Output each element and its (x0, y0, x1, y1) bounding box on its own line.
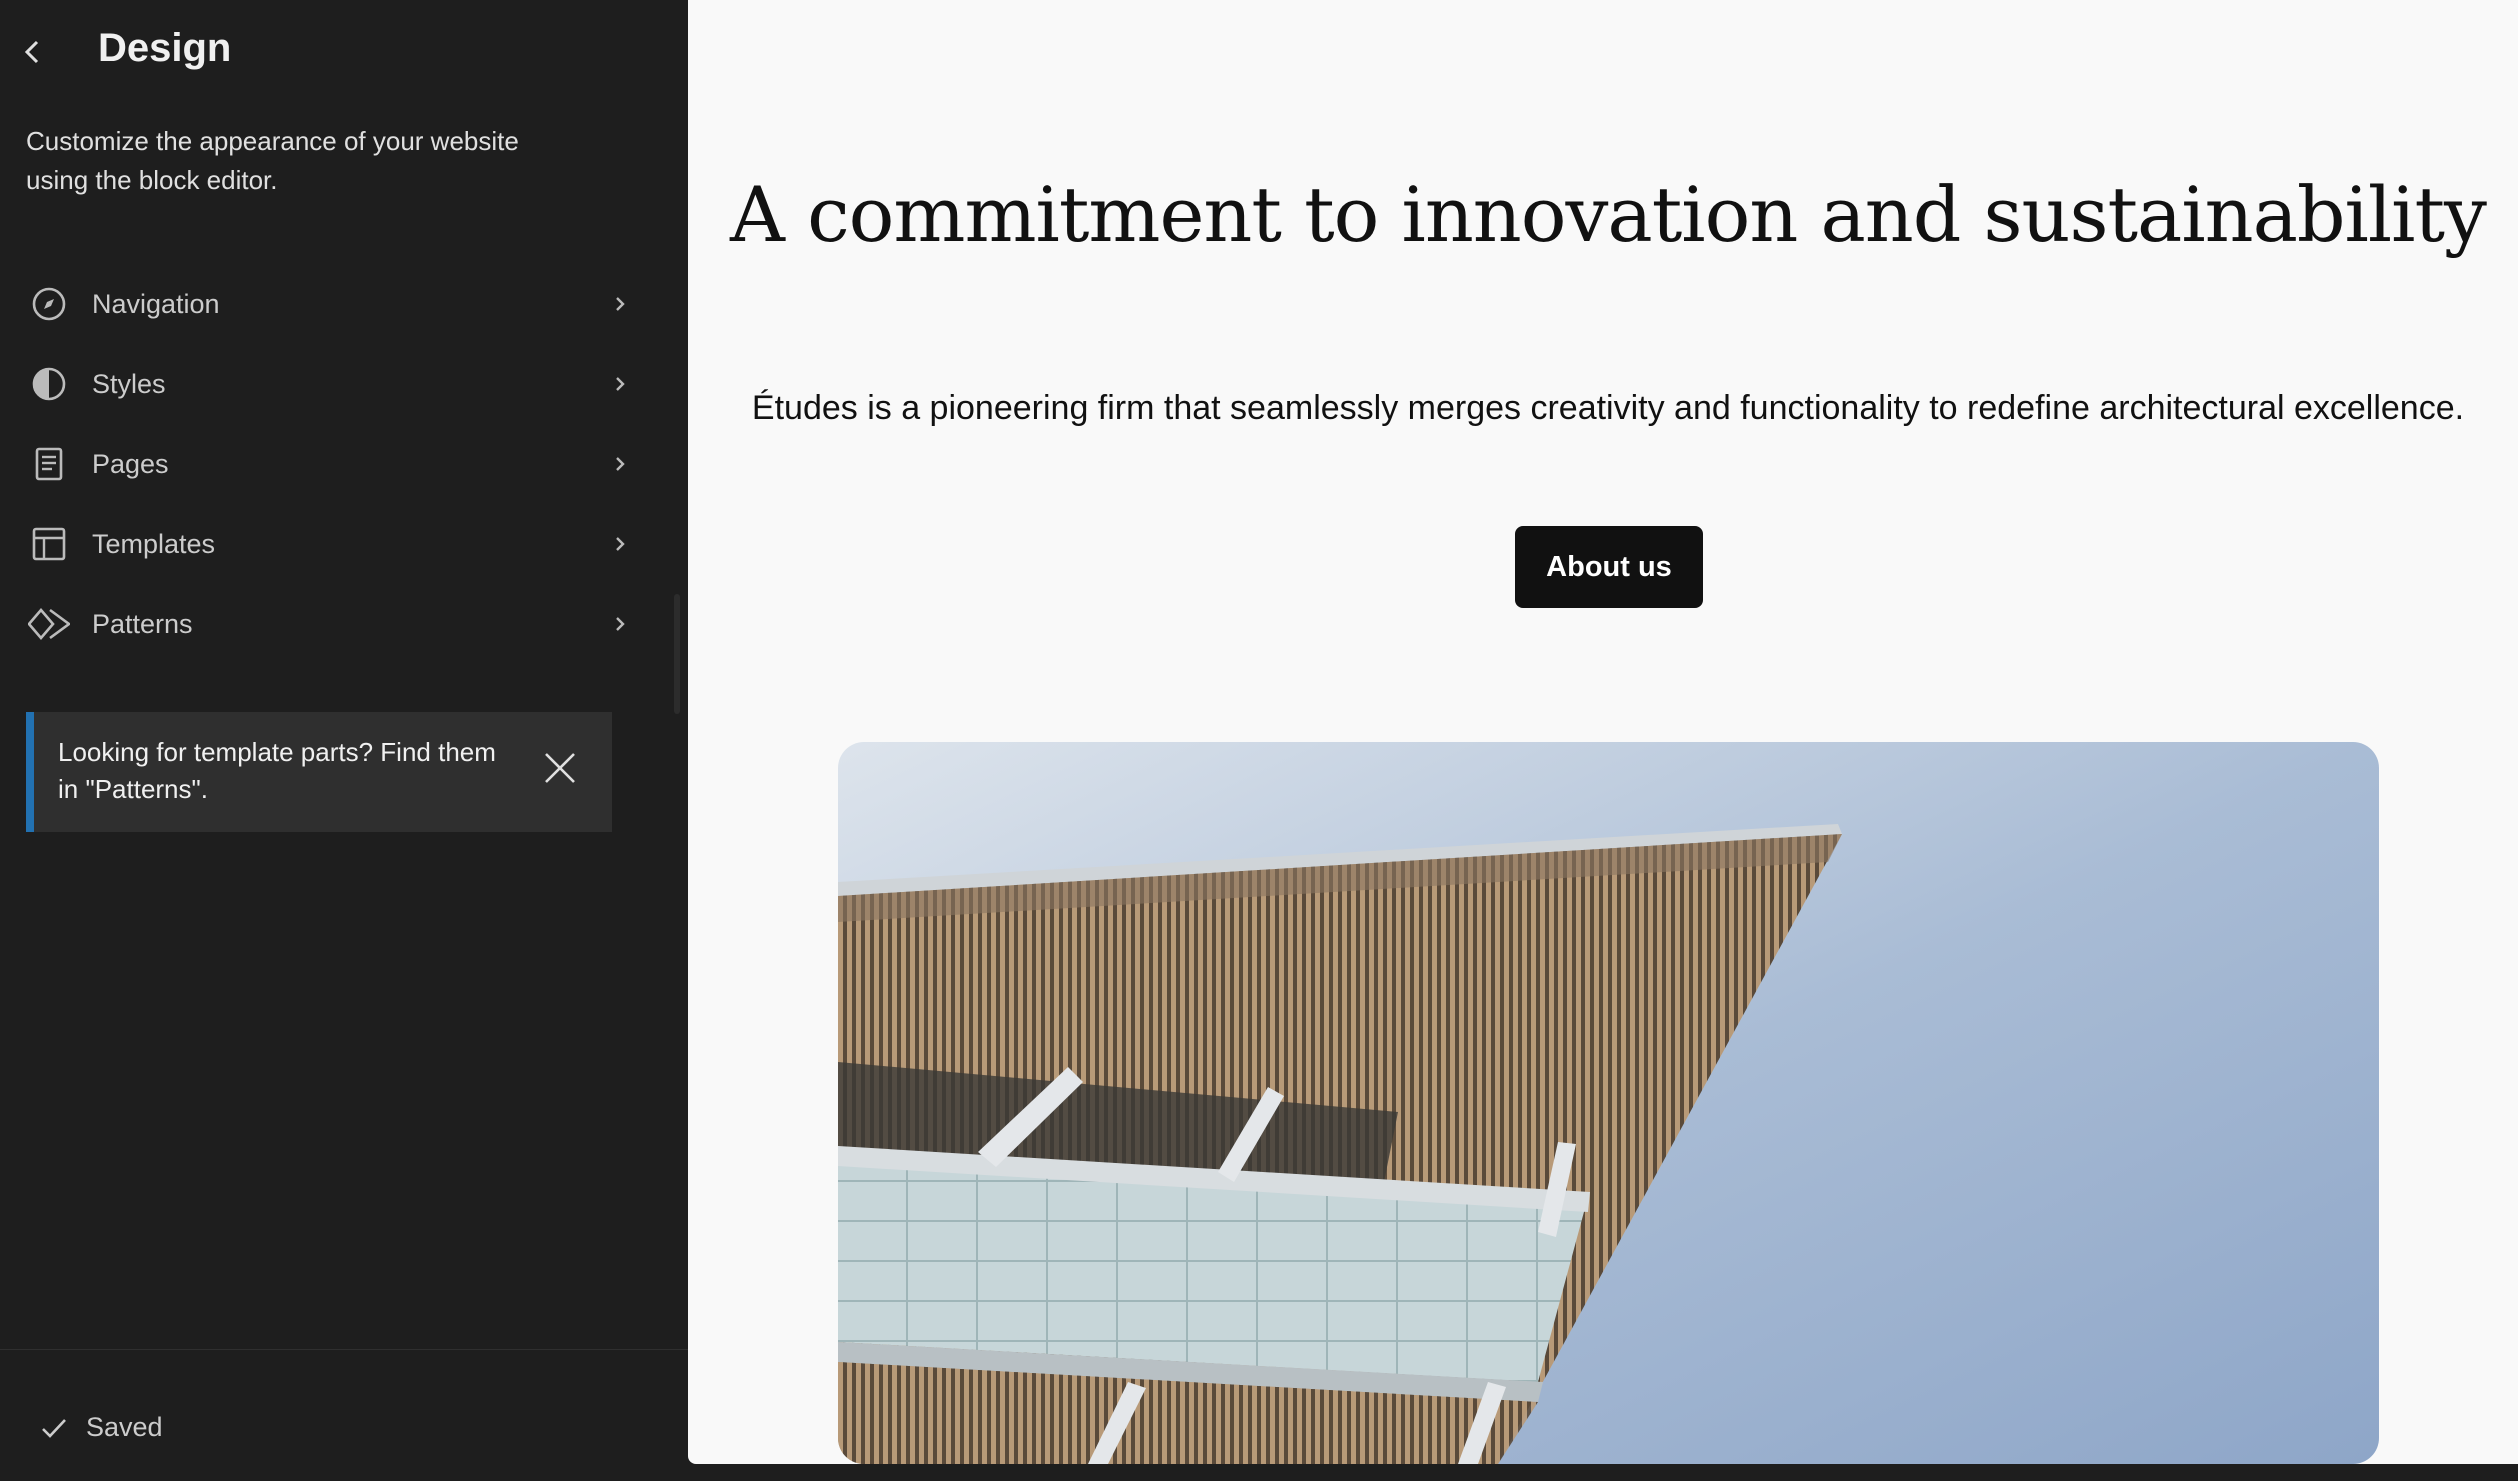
nav-item-label: Patterns (92, 608, 193, 639)
nav-item-label: Templates (92, 528, 216, 559)
hero-subheading: Études is a pioneering firm that seamles… (751, 389, 2465, 427)
about-us-button[interactable]: About us (1515, 526, 1703, 608)
sidebar-resize-handle[interactable] (674, 594, 680, 714)
layout-icon (28, 523, 70, 565)
hero-heading: A commitment to innovation and sustainab… (730, 170, 2487, 259)
nav-item-templates[interactable]: Templates (20, 504, 632, 584)
sidebar-footer: Saved (0, 1349, 688, 1481)
page-icon (28, 443, 70, 485)
nav-item-styles[interactable]: Styles (20, 344, 632, 424)
chevron-right-icon (616, 457, 625, 471)
nav-item-navigation[interactable]: Navigation (20, 264, 632, 344)
sidebar-description: Customize the appearance of your website… (26, 126, 519, 195)
nav-item-label: Pages (92, 448, 169, 479)
compass-icon (28, 283, 70, 325)
building-photo (838, 742, 2379, 1464)
template-parts-notice: Looking for template parts? Find them in… (26, 712, 612, 832)
chevron-right-icon (616, 297, 625, 311)
design-sidebar: Design Customize the appearance of your … (0, 0, 688, 1480)
nav-item-label: Navigation (92, 288, 220, 319)
back-button[interactable] (12, 32, 52, 72)
diamond-icon (28, 603, 70, 645)
chevron-left-icon (24, 40, 39, 64)
checkmark-icon (42, 1418, 66, 1438)
bottom-edge (688, 1464, 2518, 1480)
chevron-right-icon (616, 537, 625, 551)
close-icon (545, 753, 575, 783)
save-status-label: Saved (86, 1412, 163, 1442)
chevron-right-icon (616, 377, 625, 391)
dismiss-notice-button[interactable] (538, 746, 582, 790)
nav-item-pages[interactable]: Pages (20, 424, 632, 504)
save-status: Saved (40, 1412, 163, 1443)
nav-item-label: Styles (92, 368, 166, 399)
site-preview[interactable]: A commitment to innovation and sustainab… (688, 0, 2518, 1464)
half-circle-icon (28, 363, 70, 405)
notice-text: Looking for template parts? Find them in… (58, 737, 496, 804)
chevron-right-icon (616, 617, 625, 631)
design-navigation: Navigation Styles Pages Templates Patter… (20, 264, 632, 664)
sidebar-title: Design (98, 26, 232, 70)
nav-item-patterns[interactable]: Patterns (20, 584, 632, 664)
